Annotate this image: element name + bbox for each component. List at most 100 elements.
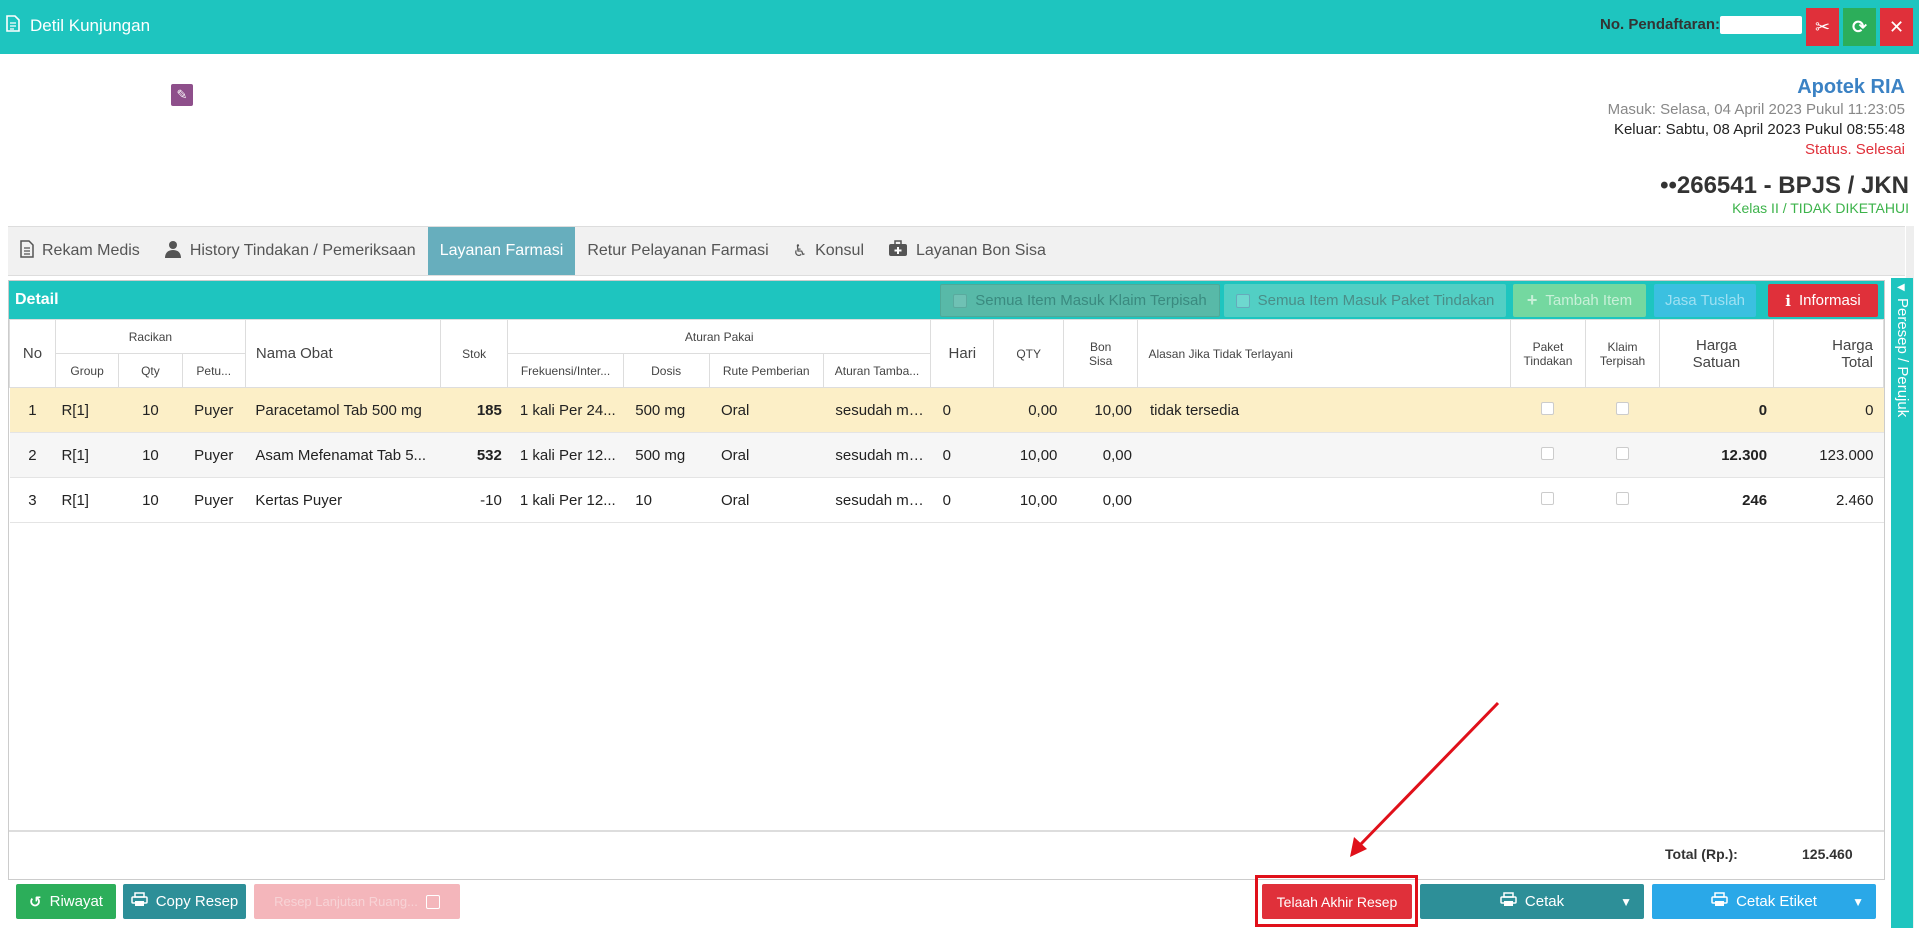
check-out-time: Keluar: Sabtu, 08 April 2023 Pukul 08:55…: [1613, 121, 1905, 138]
tab-layanan-farmasi[interactable]: Layanan Farmasi: [427, 227, 576, 275]
copy-resep-button[interactable]: Copy Resep: [123, 884, 246, 919]
table-row[interactable]: 2 R[1] 10 Puyer Asam Mefenamat Tab 5... …: [9, 432, 1884, 478]
cell-hari: 0: [930, 477, 994, 523]
cell-group: R[1]: [55, 432, 119, 478]
cetak-etiket-button[interactable]: Cetak Etiket ▼: [1652, 884, 1876, 919]
col-no[interactable]: No: [9, 319, 56, 388]
check-in-time: Masuk: Selasa, 04 April 2023 Pukul 11:23…: [1607, 101, 1905, 118]
cell-nama-obat: Kertas Puyer: [245, 477, 441, 523]
col-bon-sisa[interactable]: Bon Sisa: [1062, 319, 1139, 388]
cell-qty: 10: [118, 477, 183, 523]
col-harga-total-line1: Harga: [1832, 336, 1873, 354]
peresep-perujuk-tab[interactable]: ◀ Peresep / Perujuk: [1891, 278, 1913, 928]
col-paket-line2: Tindakan: [1523, 353, 1573, 368]
klaim-checkbox[interactable]: [1615, 491, 1629, 505]
jasa-tuslah-label: Jasa Tuslah: [1664, 292, 1746, 309]
tab-layanan-bon-sisa[interactable]: Layanan Bon Sisa: [876, 227, 1058, 275]
copy-resep-label: Copy Resep: [155, 893, 239, 910]
col-harga-total[interactable]: Harga Total: [1772, 319, 1885, 388]
col-harga-satuan[interactable]: Harga Satuan: [1659, 319, 1774, 388]
cetak-etiket-label: Cetak Etiket: [1736, 893, 1817, 910]
resep-lanjutan-button[interactable]: Resep Lanjutan Ruang...: [254, 884, 460, 919]
cell-qty: 10: [118, 432, 183, 478]
col-hari[interactable]: Hari: [930, 319, 995, 388]
cell-harga-satuan: 0: [1659, 387, 1774, 433]
table-row[interactable]: 3 R[1] 10 Puyer Kertas Puyer -10 1 kali …: [9, 477, 1884, 523]
klaim-checkbox[interactable]: [1615, 401, 1629, 415]
table-row[interactable]: 1 R[1] 10 Puyer Paracetamol Tab 500 mg 1…: [9, 387, 1884, 433]
obat-table: No Racikan Nama Obat Stok Aturan Pakai H…: [9, 319, 1885, 523]
wheelchair-icon: ♿: [792, 243, 808, 260]
jasa-tuslah-button[interactable]: Jasa Tuslah: [1654, 284, 1756, 317]
checkbox[interactable]: [953, 293, 968, 308]
cell-qty2: 10,00: [993, 477, 1064, 523]
cetak-button[interactable]: Cetak ▼: [1420, 884, 1644, 919]
col-frekuensi[interactable]: Frekuensi/Inter...: [507, 353, 624, 388]
window-title-text: Detil Kunjungan: [30, 16, 151, 35]
paket-checkbox[interactable]: [1541, 446, 1555, 460]
cell-dosis: 500 mg: [623, 432, 710, 478]
col-alasan[interactable]: Alasan Jika Tidak Terlayani: [1137, 319, 1512, 388]
informasi-label: Informasi: [1799, 292, 1861, 309]
print-icon: [130, 892, 148, 911]
print-icon: [1500, 892, 1517, 911]
tab-history-tindakan[interactable]: History Tindakan / Pemeriksaan: [152, 227, 428, 275]
tambah-item-button[interactable]: + Tambah Item: [1513, 284, 1646, 317]
cell-qty2: 0,00: [993, 387, 1064, 433]
paket-tindakan-toggle[interactable]: Semua Item Masuk Paket Tindakan: [1224, 284, 1506, 317]
riwayat-label: Riwayat: [49, 893, 103, 910]
cell-frekuensi: 1 kali Per 12...: [507, 477, 624, 523]
paket-checkbox[interactable]: [1541, 491, 1555, 505]
cell-harga-total: 0: [1773, 387, 1884, 433]
tab-label: Konsul: [815, 242, 864, 259]
col-qty[interactable]: QTY: [993, 319, 1064, 388]
cell-nama-obat: Paracetamol Tab 500 mg: [245, 387, 441, 433]
cell-rute: Oral: [709, 477, 824, 523]
col-paket-tindakan[interactable]: Paket Tindakan: [1510, 319, 1586, 388]
panel-title: Detail: [15, 291, 59, 308]
informasi-button[interactable]: i Informasi: [1768, 284, 1878, 317]
col-dosis[interactable]: Dosis: [622, 353, 710, 388]
col-racikan-qty[interactable]: Qty: [118, 353, 183, 388]
total-label: Total (Rp.):: [1665, 846, 1738, 862]
cell-no: 1: [9, 387, 56, 433]
close-icon: ✕: [1888, 16, 1905, 37]
doctor-icon: [164, 240, 182, 263]
col-stok[interactable]: Stok: [439, 319, 509, 388]
col-nama-obat[interactable]: Nama Obat: [244, 319, 441, 388]
col-paket-line1: Paket: [1532, 339, 1564, 354]
col-petunjuk[interactable]: Petu...: [181, 353, 246, 388]
cell-petunjuk: Puyer: [182, 477, 246, 523]
tambah-item-label: Tambah Item: [1545, 292, 1633, 309]
cell-petunjuk: Puyer: [182, 432, 246, 478]
col-harga-total-line2: Total: [1841, 353, 1873, 371]
tab-retur-pelayanan-farmasi[interactable]: Retur Pelayanan Farmasi: [575, 227, 780, 275]
document-icon: [20, 239, 34, 263]
col-klaim-line2: Terpisah: [1599, 353, 1646, 368]
col-group[interactable]: Group: [54, 353, 120, 388]
riwayat-button[interactable]: ↺ Riwayat: [16, 884, 116, 919]
klaim-checkbox[interactable]: [1615, 446, 1629, 460]
cell-harga-satuan: 246: [1659, 477, 1774, 523]
checkbox[interactable]: [425, 894, 440, 909]
chevron-down-icon[interactable]: ▼: [1852, 895, 1864, 909]
cell-stok: -10: [440, 477, 508, 523]
col-rute[interactable]: Rute Pemberian: [708, 353, 824, 388]
col-klaim-terpisah[interactable]: Klaim Terpisah: [1584, 319, 1661, 388]
unlink-icon: ✂: [1814, 16, 1831, 37]
unlink-button[interactable]: ✂: [1806, 8, 1839, 46]
tab-konsul[interactable]: ♿ Konsul: [781, 227, 876, 275]
tab-label: Rekam Medis: [42, 242, 140, 259]
checkbox[interactable]: [1235, 293, 1250, 308]
tab-label: Layanan Bon Sisa: [916, 242, 1046, 259]
paket-checkbox[interactable]: [1541, 401, 1555, 415]
edit-icon[interactable]: ✎: [171, 84, 193, 106]
close-button[interactable]: ✕: [1880, 8, 1913, 46]
cell-qty: 10: [118, 387, 183, 433]
klaim-terpisah-toggle[interactable]: Semua Item Masuk Klaim Terpisah: [940, 284, 1220, 317]
paket-tindakan-label: Semua Item Masuk Paket Tindakan: [1257, 292, 1495, 309]
chevron-down-icon[interactable]: ▼: [1620, 895, 1632, 909]
tab-rekam-medis[interactable]: Rekam Medis: [8, 227, 152, 275]
col-aturan-tambahan[interactable]: Aturan Tamba...: [822, 353, 932, 388]
refresh-button[interactable]: ⟳: [1843, 8, 1876, 46]
